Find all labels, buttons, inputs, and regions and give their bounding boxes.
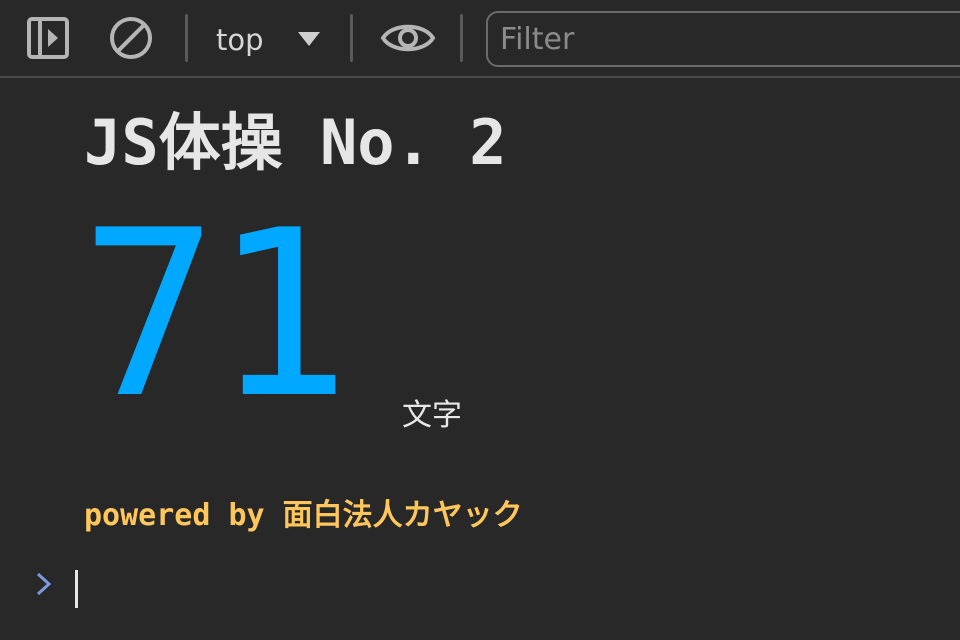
clear-console-icon[interactable] — [108, 15, 154, 61]
chevron-right-icon — [36, 572, 52, 596]
console-prompt — [0, 562, 960, 612]
console-toolbar: top — [0, 0, 960, 78]
filter-input[interactable] — [486, 11, 960, 67]
toolbar-divider — [185, 14, 188, 62]
console-input[interactable] — [64, 564, 924, 608]
context-selector[interactable]: top — [205, 14, 333, 64]
powered-by-text: powered by 面白法人カヤック — [84, 498, 523, 533]
character-count-value: 71 — [80, 182, 351, 449]
log-heading: JS体操 No. 2 — [84, 106, 507, 179]
eye-icon[interactable] — [380, 15, 436, 61]
caret-down-icon — [298, 32, 320, 46]
toolbar-divider — [350, 14, 353, 62]
sidebar-toggle-icon[interactable] — [26, 15, 72, 61]
context-selector-label: top — [216, 23, 264, 57]
console-output: JS体操 No. 2 71 文字 powered by 面白法人カヤック — [0, 80, 960, 640]
toolbar-divider — [460, 14, 463, 62]
text-caret — [75, 570, 78, 608]
character-count-unit: 文字 — [402, 398, 462, 433]
